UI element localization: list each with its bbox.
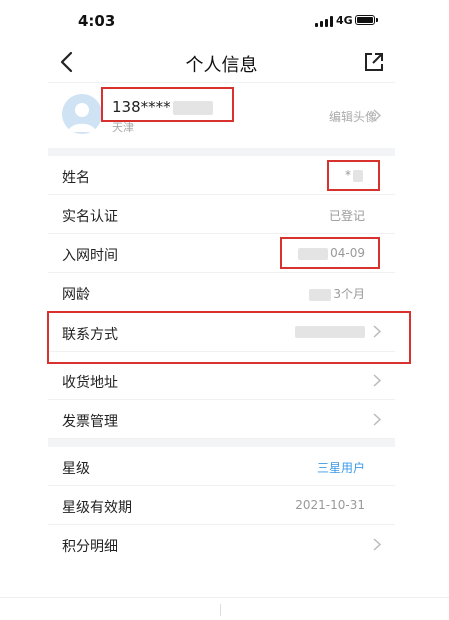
row-realname-auth[interactable]: 实名认证 已登记 [48,195,395,234]
highlight-box-name [327,160,380,191]
row-invoice-management[interactable]: 发票管理 [48,400,395,439]
row-star-expiry[interactable]: 星级有效期 2021-10-31 [48,486,395,525]
highlight-box-join-date [280,237,380,269]
row-points-detail[interactable]: 积分明细 [48,525,395,564]
highlight-box-phone [101,87,234,122]
profile-page: 4:03 4G 个人信息 138**** 天津 编辑头像 姓名 * 实名认证 已… [48,0,395,566]
chevron-right-icon [373,413,381,426]
network-age-value: 3个月 [309,285,365,302]
battery-icon [355,15,375,25]
chevron-right-icon [373,374,381,387]
signal-icon [315,16,333,27]
edit-avatar-link[interactable]: 编辑头像 [329,108,377,125]
avatar-icon[interactable] [62,94,102,134]
bottom-bar [0,597,449,620]
row-star-level[interactable]: 星级 三星用户 [48,447,395,486]
row-shipping-address[interactable]: 收货地址 [48,361,395,400]
chevron-right-icon [373,538,381,551]
section-divider [48,439,395,447]
network-type: 4G [336,14,353,27]
chevron-right-icon [373,109,381,122]
status-bar: 4:03 4G [48,0,395,42]
nav-bar: 个人信息 [48,42,395,83]
section-divider [48,148,395,156]
row-network-age[interactable]: 网龄 3个月 [48,273,395,312]
star-level-value: 三星用户 [316,461,365,475]
status-time: 4:03 [78,12,116,30]
highlight-box-contact [47,311,411,364]
page-title: 个人信息 [185,55,258,76]
share-icon[interactable] [363,51,385,73]
